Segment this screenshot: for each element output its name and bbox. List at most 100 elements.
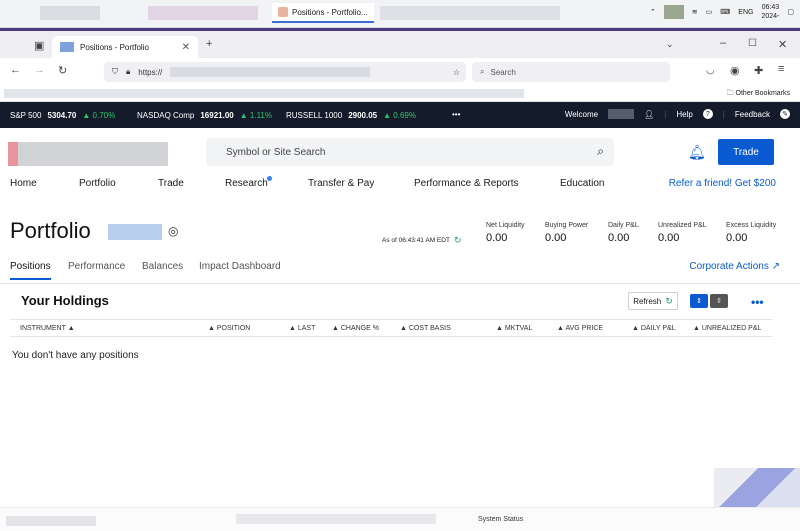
help-link[interactable]: Help [676, 110, 692, 119]
nav-research[interactable]: Research [225, 178, 268, 189]
nav-transfer-pay[interactable]: Transfer & Pay [308, 178, 374, 189]
shield-icon[interactable]: ⛉ [112, 67, 118, 77]
wifi-icon[interactable]: ≋ [692, 8, 698, 16]
ticker-name: RUSSELL 1000 [286, 111, 343, 120]
col-position[interactable]: ▲ POSITION [208, 325, 250, 332]
other-bookmarks[interactable]: 🗀︎ Other Bookmarks [727, 89, 790, 100]
language-indicator[interactable]: ENG [738, 9, 753, 16]
ticker-item[interactable]: S&P 500 5304.70 ▲ 0.70% [10, 111, 115, 120]
col-unrealized-pnl[interactable]: ▲ UNREALIZED P&L [693, 325, 761, 332]
tray-app-icon[interactable] [663, 5, 684, 19]
taskbar-app-blurred[interactable] [40, 6, 100, 20]
clock-date: 2024- [761, 13, 780, 20]
nav-trade[interactable]: Trade [158, 178, 184, 189]
account-selector[interactable] [108, 224, 162, 240]
ticker-change-value: 0.69% [393, 111, 416, 120]
feedback-link[interactable]: Feedback [735, 110, 770, 119]
nav-performance-reports[interactable]: Performance & Reports [414, 178, 519, 189]
reload-icon[interactable]: ↻ [58, 64, 67, 77]
chevron-up-icon[interactable]: ⌃ [650, 8, 656, 16]
nav-portfolio[interactable]: Portfolio [79, 178, 116, 189]
trade-button[interactable]: Trade [718, 139, 774, 165]
collapse-rows-button[interactable]: ⇳ [710, 294, 728, 308]
app-favicon-icon [278, 7, 288, 17]
search-icon: ⌕ [480, 67, 485, 76]
address-bar[interactable]: ⛉ 🔒︎ https:// ☆ [104, 62, 466, 82]
more-options-icon[interactable]: ••• [751, 295, 764, 309]
tab-impact-dashboard[interactable]: Impact Dashboard [199, 261, 281, 272]
refresh-icon[interactable]: ↻ [454, 235, 462, 246]
refresh-button[interactable]: Refresh ↻ [628, 292, 678, 310]
help-icon[interactable]: ? [702, 109, 713, 119]
battery-icon[interactable]: ▭ [706, 8, 713, 16]
search-icon[interactable]: ⌕ [597, 144, 604, 159]
site-header: Symbol or Site Search ⌕ 🔔︎ Trade Home Po… [0, 128, 800, 200]
col-change-pct[interactable]: ▲ CHANGE % [332, 325, 379, 332]
notification-dot [267, 176, 272, 181]
metric-buying-power: Buying Power 0.00 [545, 222, 588, 244]
tab-positions[interactable]: Positions [10, 261, 51, 280]
feedback-icon[interactable]: ✎ [780, 109, 790, 119]
browser-tab-active[interactable]: Positions - Portfolio ✕ [52, 36, 198, 58]
bookmarks-blurred[interactable] [4, 89, 524, 98]
col-daily-pnl[interactable]: ▲ DAILY P&L [632, 325, 676, 332]
metric-excess-liquidity: Excess Liquidity 0.00 [726, 222, 776, 244]
minimize-icon[interactable]: – [720, 37, 726, 49]
folder-icon: 🗀︎ [726, 90, 734, 97]
user-icon[interactable]: 👤︎ [644, 110, 654, 119]
taskbar-window-title: Positions - Portfolio... [292, 7, 368, 17]
new-tab-icon[interactable]: + [206, 38, 212, 50]
col-last[interactable]: ▲ LAST [289, 325, 315, 332]
metric-label: Buying Power [545, 222, 589, 229]
metric-value: 0.00 [726, 232, 748, 244]
back-icon[interactable]: ← [10, 64, 21, 76]
col-cost-basis[interactable]: ▲ COST BASIS [400, 325, 451, 332]
account-icon[interactable]: ◉ [730, 64, 740, 77]
ticker-change: ▲ 0.70% [82, 111, 115, 120]
ticker-change: ▲ 1.11% [240, 111, 272, 120]
star-icon[interactable]: ☆ [453, 68, 460, 77]
bell-icon[interactable]: 🔔︎ [688, 144, 706, 161]
holdings-table-header: INSTRUMENT ▲ ▲ POSITION ▲ LAST ▲ CHANGE … [10, 319, 772, 337]
metric-label: Unrealized P&L [658, 222, 707, 229]
refresh-label: Refresh [633, 296, 662, 306]
portfolio-tabs: Positions Performance Balances Impact Da… [0, 260, 800, 284]
tab-performance[interactable]: Performance [68, 261, 125, 272]
maximize-icon[interactable]: ☐ [748, 38, 757, 49]
close-icon[interactable]: ✕ [182, 42, 190, 53]
eye-off-icon[interactable]: ◎ [168, 224, 178, 238]
tab-balances[interactable]: Balances [142, 261, 183, 272]
system-status-link[interactable]: System Status [478, 516, 523, 523]
taskbar-app-blurred[interactable] [380, 6, 560, 20]
col-avg-price[interactable]: ▲ AVG PRICE [557, 325, 603, 332]
lock-icon[interactable]: 🔒︎ [126, 67, 130, 77]
nav-home[interactable]: Home [10, 178, 37, 189]
forward-icon[interactable]: → [34, 64, 45, 76]
symbol-search-input[interactable]: Symbol or Site Search ⌕ [206, 138, 614, 166]
browser-search-box[interactable]: ⌕ Search [472, 62, 670, 82]
notification-icon[interactable]: ▢ [787, 8, 794, 16]
corporate-actions-link[interactable]: Corporate Actions ↗ [689, 261, 780, 272]
chevron-down-icon[interactable]: ⌄ [666, 39, 674, 50]
portfolio-page: Portfolio ◎ As of 06:43:41 AM EDT ↻ Net … [0, 200, 800, 531]
col-mktval[interactable]: ▲ MKTVAL [496, 325, 532, 332]
refer-friend-link[interactable]: Refer a friend! Get $200 [669, 178, 776, 189]
pocket-icon[interactable]: ◡ [706, 65, 715, 76]
taskbar-app-blurred[interactable] [148, 6, 258, 20]
footer-bar: System Status [0, 507, 800, 531]
taskbar-browser-window[interactable]: Positions - Portfolio... [272, 3, 374, 23]
col-instrument[interactable]: INSTRUMENT ▲ [20, 325, 75, 332]
expand-rows-button[interactable]: ⇕ [690, 294, 708, 308]
tab-list-icon[interactable]: ▣ [34, 39, 44, 52]
brand-logo[interactable] [8, 142, 168, 166]
extensions-icon[interactable]: ✚ [754, 64, 763, 77]
ticker-more-button[interactable]: ••• [452, 110, 460, 119]
keyboard-icon[interactable]: ⌨ [720, 8, 730, 16]
nav-education[interactable]: Education [560, 178, 604, 189]
window-close-icon[interactable]: ✕ [778, 38, 787, 51]
os-clock[interactable]: 06:43 2024- [761, 3, 779, 21]
metric-net-liquidity: Net Liquidity 0.00 [486, 222, 525, 244]
menu-icon[interactable]: ≡ [778, 63, 784, 75]
ticker-item[interactable]: NASDAQ Comp 16921.00 ▲ 1.11% [137, 111, 272, 120]
ticker-item[interactable]: RUSSELL 1000 2900.05 ▲ 0.69% [286, 111, 416, 120]
